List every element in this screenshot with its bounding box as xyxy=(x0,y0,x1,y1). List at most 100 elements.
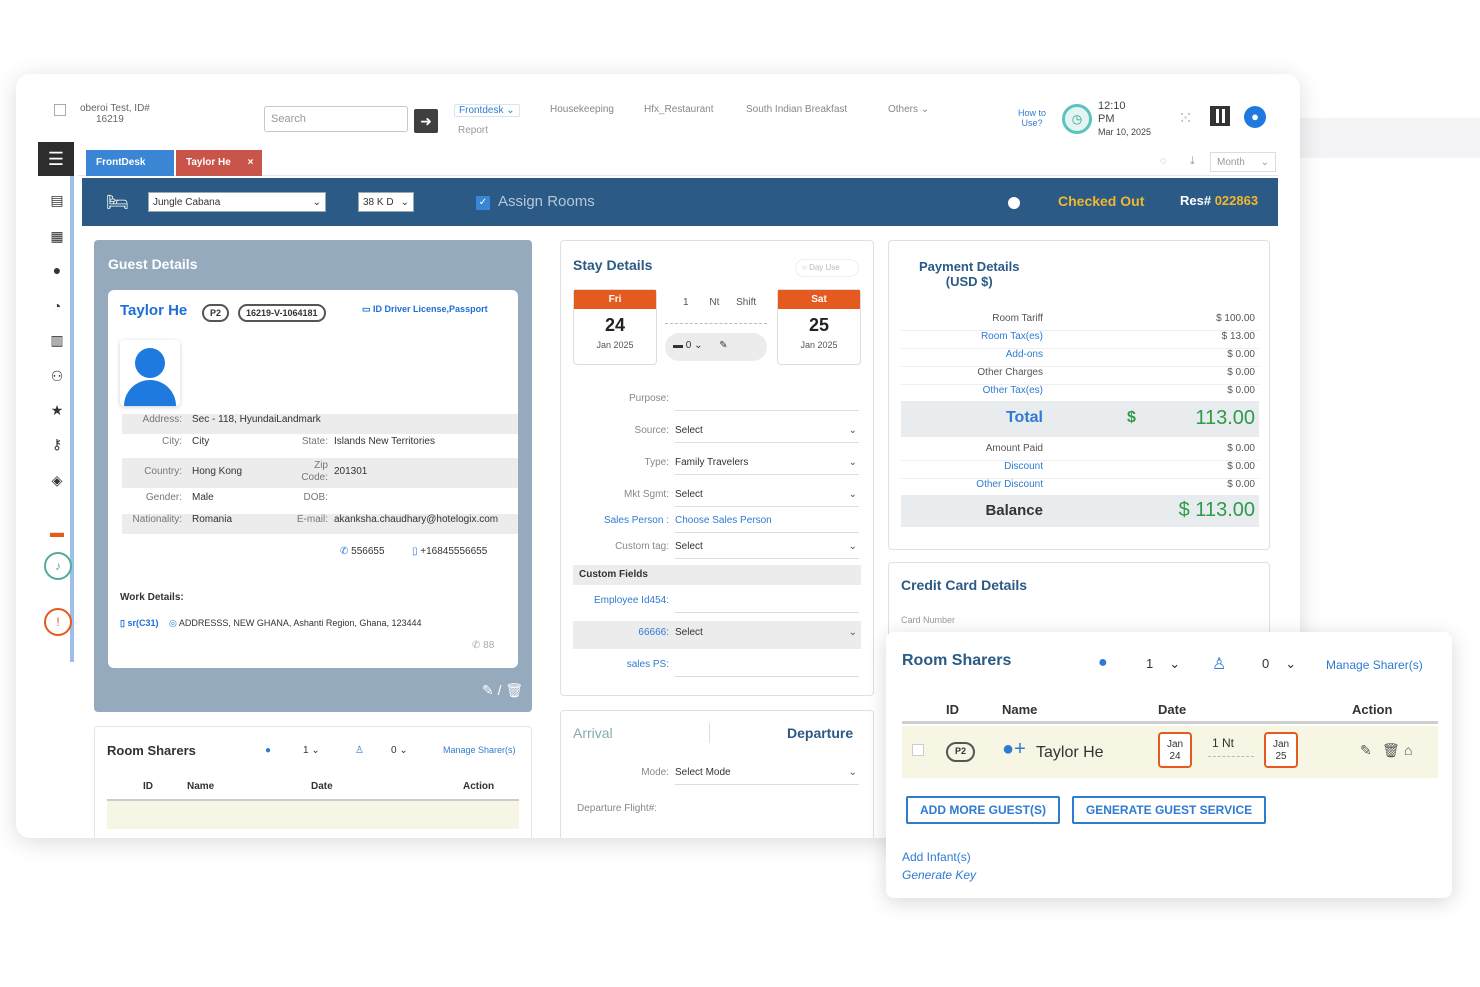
arrival-date[interactable]: Fri 24 Jan 2025 xyxy=(573,289,657,365)
addons-row[interactable]: Add-ons $ 0.00 xyxy=(901,349,1259,367)
mobile[interactable]: ▯ +16845556655 xyxy=(412,546,487,557)
nav-frontdesk[interactable]: Frontdesk ⌄ xyxy=(454,104,520,117)
custom-66666-value[interactable]: Select xyxy=(675,627,859,645)
market-segment-value[interactable]: Select xyxy=(675,489,859,507)
adults-select[interactable]: 1 ⌄ xyxy=(1146,656,1180,672)
custom-tag-value[interactable]: Select xyxy=(675,541,859,559)
add-infant-link[interactable]: Add Infant(s) xyxy=(902,850,971,864)
card-number-label: Card Number xyxy=(901,615,956,625)
qr-code-icon[interactable] xyxy=(1210,106,1230,126)
source-value[interactable]: Select xyxy=(675,425,859,443)
custom-66666-field[interactable]: 66666: Select ⌄ xyxy=(573,627,861,647)
user-icon[interactable]: ● xyxy=(48,262,66,278)
grid-icon[interactable]: ▦ xyxy=(48,228,66,245)
checkout-icon[interactable]: ⌂ xyxy=(1404,742,1412,758)
month-select-value: Month xyxy=(1217,157,1245,168)
arrival-tab[interactable]: Arrival xyxy=(573,725,613,741)
type-value[interactable]: Family Travelers xyxy=(675,457,859,475)
room-number-select[interactable]: 38 K D ⌄ xyxy=(358,192,414,212)
to-date[interactable]: Jan 25 xyxy=(1264,732,1298,768)
tab-close-icon[interactable]: × xyxy=(248,157,254,168)
generate-key-link[interactable]: Generate Key xyxy=(902,868,976,882)
key-icon[interactable]: ⚷ xyxy=(48,436,66,453)
refresh-icon[interactable]: ◌ xyxy=(1160,155,1167,167)
nav-restaurant[interactable]: Hfx_Restaurant xyxy=(644,104,713,115)
email-value[interactable]: akanksha.chaudhary@hotelogix.com xyxy=(334,514,498,525)
id-card-icon: ▭ xyxy=(362,304,374,314)
tab-frontdesk[interactable]: FrontDesk xyxy=(86,150,174,176)
avatar[interactable] xyxy=(120,340,180,406)
employee-id-field[interactable]: Employee Id454: xyxy=(573,595,861,615)
beds-select[interactable]: ▬ 0 ⌄ ✎ xyxy=(665,333,767,361)
sales-person-value[interactable]: Choose Sales Person xyxy=(675,515,859,533)
custom-tag-field[interactable]: Custom tag: Select ⌄ xyxy=(573,541,861,561)
departure-date[interactable]: Sat 25 Jan 2025 xyxy=(777,289,861,365)
discount-row[interactable]: Discount $ 0.00 xyxy=(901,461,1259,479)
sales-ps-value[interactable] xyxy=(675,659,859,677)
delete-icon[interactable]: 🗑 xyxy=(505,682,523,698)
children-select[interactable]: 0 ⌄ xyxy=(1262,656,1296,672)
edit-icon[interactable]: ✎ xyxy=(482,682,494,698)
adults-select[interactable]: 1 ⌄ xyxy=(303,745,320,756)
manage-sharers-link[interactable]: Manage Sharer(s) xyxy=(1326,658,1423,672)
sales-person-field[interactable]: Sales Person : Choose Sales Person xyxy=(573,515,861,535)
add-more-guests-button[interactable]: ADD MORE GUEST(S) xyxy=(906,796,1060,824)
bar-chart-icon[interactable]: ▥ xyxy=(48,332,66,349)
row-checkbox[interactable] xyxy=(912,744,924,756)
delete-icon[interactable]: 🗑 xyxy=(1382,742,1400,759)
nav-breakfast[interactable]: South Indian Breakfast xyxy=(746,104,847,115)
purpose-field[interactable]: Purpose: xyxy=(573,393,861,413)
nav-report[interactable]: Report xyxy=(458,125,488,136)
purpose-value[interactable] xyxy=(675,393,859,411)
departure-tab[interactable]: Departure xyxy=(787,725,853,741)
generate-guest-service-button[interactable]: GENERATE GUEST SERVICE xyxy=(1072,796,1266,824)
room-sharers-popup: Room Sharers ● 1 ⌄ ♙ 0 ⌄ Manage Sharer(s) … xyxy=(886,632,1452,898)
children-select[interactable]: 0 ⌄ xyxy=(391,745,408,756)
arrival-day: 24 xyxy=(604,315,626,335)
users-icon[interactable]: ⚇ xyxy=(48,368,66,385)
month-select[interactable]: Month ⌄ xyxy=(1210,152,1276,172)
alert-icon[interactable]: ! xyxy=(44,608,72,636)
pie-chart-icon[interactable]: ◔ xyxy=(48,298,66,314)
market-segment-field[interactable]: Mkt Sgmt: Select ⌄ xyxy=(573,489,861,509)
from-date[interactable]: Jan 24 xyxy=(1158,732,1192,768)
user-account-icon[interactable]: ● xyxy=(1244,106,1266,128)
clipboard-icon[interactable]: ▤ xyxy=(48,192,66,209)
day-use-toggle[interactable]: ○ Day Use xyxy=(795,259,859,277)
manage-sharers-link[interactable]: Manage Sharer(s) xyxy=(443,745,516,755)
sales-ps-field[interactable]: sales PS: xyxy=(573,659,861,679)
mic-icon[interactable]: ♪ xyxy=(44,552,72,580)
mobile-value: +16845556655 xyxy=(420,546,488,557)
layers-icon[interactable]: ◈ xyxy=(48,472,66,489)
mode-field[interactable]: Mode: Select Mode ⌄ xyxy=(573,767,861,787)
mode-value[interactable]: Select Mode xyxy=(675,767,859,785)
edit-icon[interactable]: ✎ xyxy=(1360,742,1372,759)
room-tax-row[interactable]: Room Tax(es) $ 13.00 xyxy=(901,331,1259,349)
guest-details-title: Guest Details xyxy=(108,256,198,272)
menu-icon[interactable]: ☰ xyxy=(38,142,74,176)
apps-grid-icon[interactable]: ⁙ xyxy=(1178,108,1193,129)
phone[interactable]: ✆ 556655 xyxy=(340,546,385,557)
search-input[interactable]: Search xyxy=(264,106,408,132)
guest-name[interactable]: Taylor He xyxy=(120,302,187,319)
employee-id-value[interactable] xyxy=(675,595,859,613)
dash-icon[interactable]: ▬ xyxy=(48,524,66,540)
download-icon[interactable]: ⤓ xyxy=(1190,155,1195,168)
search-go-button[interactable]: ➜ xyxy=(414,109,438,133)
star-icon[interactable]: ★ xyxy=(48,402,66,419)
assign-rooms-checkbox[interactable]: ✓ Assign Rooms xyxy=(476,193,595,210)
source-field[interactable]: Source: Select ⌄ xyxy=(573,425,861,445)
add-user-icon[interactable]: ●+ xyxy=(1002,738,1026,761)
nights-value[interactable]: 1 xyxy=(683,297,689,308)
sharer-name[interactable]: Taylor He xyxy=(1036,744,1104,762)
edit-icon[interactable]: ✎ xyxy=(719,340,727,351)
nav-others[interactable]: Others ⌄ xyxy=(888,104,929,115)
work-id[interactable]: ▯ sr(C31) xyxy=(120,618,158,628)
how-to-use-link[interactable]: How to Use? xyxy=(1014,108,1050,128)
room-type-select[interactable]: Jungle Cabana ⌄ xyxy=(148,192,326,212)
nav-housekeeping[interactable]: Housekeeping xyxy=(550,104,614,115)
custom-66666-label: 66666: xyxy=(638,627,669,638)
type-field[interactable]: Type: Family Travelers ⌄ xyxy=(573,457,861,477)
id-document-link[interactable]: ▭ ID Driver License,Passport xyxy=(362,304,488,315)
tab-guest[interactable]: Taylor He × xyxy=(176,150,262,176)
